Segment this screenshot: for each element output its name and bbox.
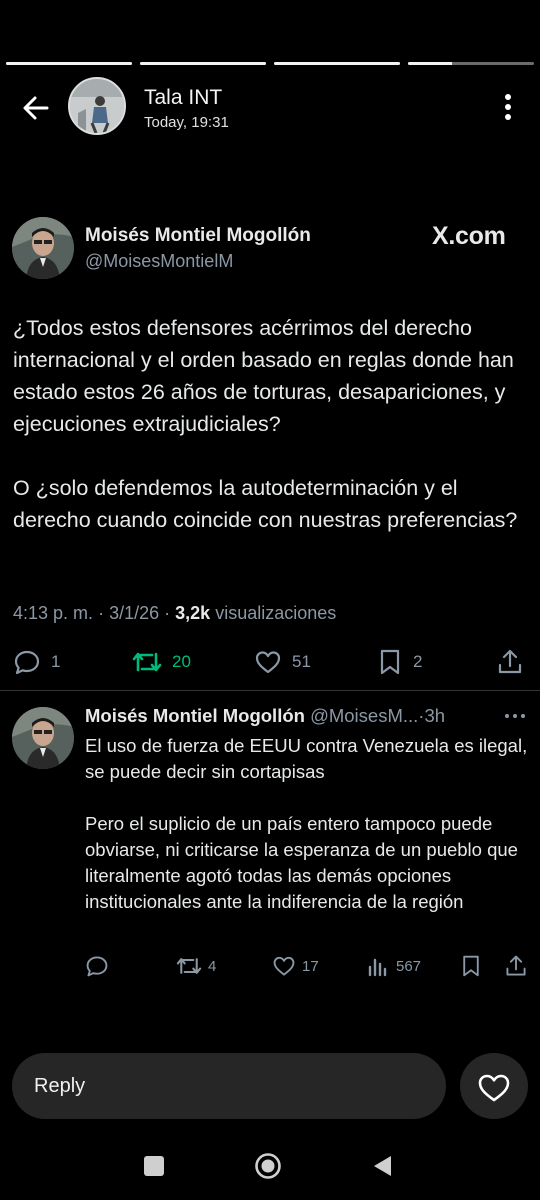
reply-age: 3h (424, 705, 446, 726)
like-button[interactable]: 51 (254, 645, 311, 679)
retweet-button[interactable]: 20 (132, 645, 191, 679)
divider (0, 690, 540, 691)
bookmark-icon (380, 649, 400, 675)
reply-icon (14, 650, 40, 675)
reply-bookmark-button[interactable] (460, 952, 482, 980)
heart-icon (255, 651, 281, 674)
more-horizontal-icon (505, 714, 525, 718)
reply-like-button[interactable]: 17 (272, 952, 319, 980)
home-circle-icon (255, 1153, 281, 1179)
avatar-image (12, 707, 74, 769)
views-label: visualizaciones (215, 603, 337, 623)
reply-views-button[interactable]: 567 (366, 952, 421, 980)
author-name[interactable]: Moisés Montiel Mogollón (85, 225, 311, 247)
reply-author-name[interactable]: Moisés Montiel Mogollón (85, 705, 305, 726)
progress-fill (274, 62, 400, 65)
avatar-image (70, 79, 124, 133)
menu-button[interactable] (492, 91, 524, 123)
reply-author-handle[interactable]: @MoisesM... (310, 705, 418, 726)
like-count: 51 (292, 652, 311, 671)
author-avatar[interactable] (12, 217, 74, 279)
share-icon (498, 649, 522, 674)
tweet-meta: 4:13 p. m. · 3/1/26 · 3,2k visualizacion… (13, 603, 336, 624)
tweet-date: 3/1/26 (109, 603, 160, 623)
reply-paragraph: Pero el suplicio de un país entero tampo… (85, 813, 518, 912)
reply-author-avatar[interactable] (12, 707, 74, 769)
story-progress-segment (6, 62, 132, 65)
tweet-time: 4:13 p. m. (13, 603, 94, 623)
reply-actions: 4 17 567 (0, 952, 540, 980)
bookmark-icon (463, 955, 479, 977)
arrow-left-icon (23, 96, 49, 120)
story-like-button[interactable] (460, 1053, 528, 1119)
share-button[interactable] (496, 645, 524, 679)
reply-paragraph: El uso de fuerza de EEUU contra Venezuel… (85, 735, 528, 782)
views-chart-icon (368, 958, 387, 977)
tweet-text: ¿Todos estos defensores acérrimos del de… (13, 312, 533, 568)
story-progress (6, 62, 534, 65)
story-progress-segment (274, 62, 400, 65)
tweet-actions: 1 20 51 2 (0, 645, 540, 679)
meta-separator: · (98, 603, 105, 623)
reply-share-button[interactable] (504, 952, 528, 980)
reply-icon (86, 956, 108, 977)
story-timestamp: Today, 19:31 (144, 114, 229, 131)
nav-back-button[interactable] (370, 1152, 394, 1180)
triangle-back-icon (374, 1156, 391, 1176)
retweet-icon (132, 652, 162, 672)
avatar-image (12, 217, 74, 279)
story-account-name[interactable]: Tala INT (144, 86, 222, 110)
reply-header: Moisés Montiel Mogollón @MoisesM...·3h (85, 705, 525, 727)
reply-input-placeholder: Reply (34, 1075, 86, 1097)
reply-like-count: 17 (302, 957, 319, 975)
tweet-paragraph: O ¿solo defendemos la autodeterminación … (13, 476, 518, 532)
heart-icon (478, 1074, 510, 1102)
reply-views-count: 567 (396, 957, 422, 975)
share-icon (506, 955, 526, 976)
progress-fill (6, 62, 132, 65)
retweet-icon (176, 958, 202, 974)
progress-fill (140, 62, 266, 65)
author-handle[interactable]: @MoisesMontielM (85, 251, 233, 272)
progress-fill (408, 62, 453, 65)
bookmark-count: 2 (413, 652, 423, 671)
reply-count: 1 (51, 652, 61, 671)
views-count: 3,2k (175, 603, 211, 623)
recents-button[interactable] (144, 1156, 164, 1176)
heart-icon (273, 956, 295, 976)
story-progress-segment (408, 62, 534, 65)
bookmark-button[interactable]: 2 (377, 645, 422, 679)
tweet-paragraph: ¿Todos estos defensores acérrimos del de… (13, 316, 514, 436)
meta-separator: · (164, 603, 171, 623)
kebab-icon (505, 94, 511, 120)
story-avatar[interactable] (68, 77, 126, 135)
brand-logo: X.com (432, 222, 506, 250)
reply-retweet-button[interactable]: 4 (176, 952, 216, 980)
reply-retweet-count: 4 (208, 957, 217, 975)
reply-text: El uso de fuerza de EEUU contra Venezuel… (85, 733, 530, 941)
back-button[interactable] (18, 90, 54, 126)
home-button[interactable] (254, 1152, 282, 1180)
reply-button[interactable]: 1 (13, 645, 60, 679)
story-progress-segment (140, 62, 266, 65)
reply-reply-button[interactable] (85, 952, 115, 980)
reply-more-button[interactable] (500, 706, 530, 726)
retweet-count: 20 (172, 652, 191, 671)
